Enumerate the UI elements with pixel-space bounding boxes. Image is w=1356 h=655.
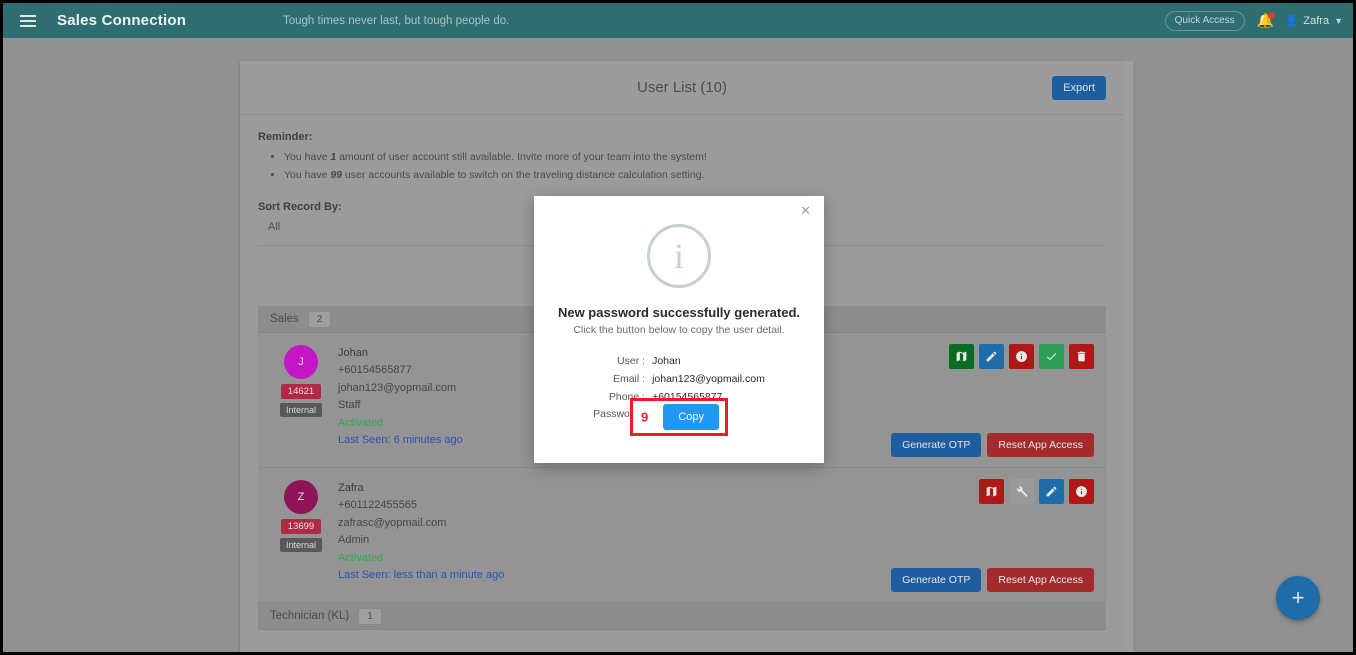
notification-bell-icon[interactable]: 🔔 bbox=[1257, 11, 1275, 30]
row-action-icons bbox=[979, 479, 1094, 504]
group-name-label: Technician (KL) bbox=[270, 610, 350, 622]
reminder-emphasis: 99 bbox=[330, 169, 343, 182]
table-row: User : Johan bbox=[593, 353, 765, 371]
map-icon[interactable] bbox=[949, 344, 974, 369]
detail-value-user: Johan bbox=[652, 355, 681, 367]
trash-icon[interactable] bbox=[1069, 344, 1094, 369]
user-account-menu[interactable]: 👤 Zafra ▼ bbox=[1284, 14, 1343, 28]
page-title: User List (10) bbox=[636, 79, 728, 96]
top-navigation-bar: Sales Connection Tough times never last,… bbox=[3, 3, 1353, 38]
user-id-badge: 13699 bbox=[280, 519, 322, 534]
hamburger-menu-icon[interactable] bbox=[11, 3, 45, 38]
group-name-label: Sales bbox=[270, 313, 299, 325]
dialog-subtitle: Click the button below to copy the user … bbox=[573, 324, 785, 336]
detail-label-user: User : bbox=[617, 355, 646, 367]
user-phone: +601122455565 bbox=[338, 499, 418, 512]
avatar: J bbox=[284, 345, 318, 379]
generate-otp-button[interactable]: Generate OTP bbox=[891, 568, 982, 592]
info-icon[interactable] bbox=[1069, 479, 1094, 504]
group-count-badge: 1 bbox=[358, 607, 382, 625]
user-type-badge: Internal bbox=[279, 403, 323, 417]
dialog-title: New password successfully generated. bbox=[557, 305, 801, 320]
user-info-column: Zafra +601122455565 zafrasc@yopmail.com … bbox=[338, 480, 504, 584]
user-avatar-column: J 14621 Internal bbox=[272, 345, 330, 417]
pencil-icon[interactable] bbox=[979, 344, 1004, 369]
add-user-floating-button[interactable]: + bbox=[1276, 576, 1320, 620]
user-avatar-column: Z 13699 Internal bbox=[272, 480, 330, 552]
table-row: Email : johan123@yopmail.com bbox=[593, 371, 765, 389]
reset-app-access-button[interactable]: Reset App Access bbox=[987, 433, 1094, 457]
user-avatar-icon: 👤 bbox=[1284, 15, 1299, 27]
user-role: Staff bbox=[338, 399, 361, 412]
user-last-seen[interactable]: Last Seen: 6 minutes ago bbox=[338, 432, 463, 449]
chevron-down-icon: ▼ bbox=[1334, 15, 1343, 26]
motivational-quote: Tough times never last, but tough people… bbox=[283, 14, 510, 27]
row-action-icons bbox=[949, 344, 1094, 369]
info-icon[interactable] bbox=[1009, 344, 1034, 369]
table-row[interactable]: Z 13699 Internal Zafra +601122455565 zaf… bbox=[258, 468, 1106, 603]
list-item: You have 99 user accounts available to s… bbox=[284, 166, 1106, 184]
reminder-section: Reminder: You have 1 amount of user acco… bbox=[240, 115, 1124, 185]
quick-access-button[interactable]: Quick Access bbox=[1164, 10, 1245, 31]
copy-button[interactable]: Copy bbox=[663, 404, 719, 430]
notification-badge-dot bbox=[1267, 11, 1275, 19]
map-icon[interactable] bbox=[979, 479, 1004, 504]
group-count-badge: 2 bbox=[307, 310, 332, 328]
generate-otp-button[interactable]: Generate OTP bbox=[891, 433, 982, 457]
reset-app-access-button[interactable]: Reset App Access bbox=[987, 568, 1094, 592]
user-last-seen[interactable]: Last Seen: less than a minute ago bbox=[338, 567, 504, 584]
row-action-buttons: Generate OTP Reset App Access bbox=[891, 568, 1094, 592]
reminder-text-post: amount of user account still available. … bbox=[336, 151, 707, 163]
group-header-technician-kl[interactable]: Technician (KL) 1 bbox=[258, 603, 1106, 630]
user-email: zafrasc@yopmail.com bbox=[338, 516, 447, 529]
step-number-label: 9 bbox=[641, 409, 649, 425]
export-button[interactable]: Export bbox=[1052, 76, 1106, 100]
app-brand-title: Sales Connection bbox=[57, 12, 187, 29]
copy-step-highlight: 9 Copy bbox=[630, 398, 728, 436]
page-scrollbar[interactable] bbox=[1124, 61, 1133, 652]
password-generated-dialog: ✕ i New password successfully generated.… bbox=[534, 196, 824, 463]
check-icon[interactable] bbox=[1039, 344, 1064, 369]
card-header: User List (10) Export bbox=[240, 61, 1124, 115]
user-email: johan123@yopmail.com bbox=[338, 381, 457, 394]
user-id-badge: 14621 bbox=[280, 384, 322, 399]
user-type-badge: Internal bbox=[279, 538, 323, 552]
info-icon: i bbox=[647, 224, 711, 288]
app-root: Sales Connection Tough times never last,… bbox=[0, 0, 1356, 655]
reminder-list: You have 1 amount of user account still … bbox=[284, 148, 1106, 185]
status-badge: Activated bbox=[338, 416, 384, 429]
user-account-name: Zafra bbox=[1303, 14, 1330, 27]
reminder-text-pre: You have bbox=[284, 169, 331, 182]
user-info-column: Johan +60154565877 johan123@yopmail.com … bbox=[338, 345, 463, 449]
reminder-heading: Reminder: bbox=[258, 131, 313, 143]
user-name: Zafra bbox=[338, 482, 364, 494]
status-badge: Activated bbox=[338, 551, 384, 564]
reminder-text-pre: You have bbox=[284, 151, 331, 163]
reminder-text-post: user accounts available to switch on the… bbox=[342, 169, 705, 182]
close-icon[interactable]: ✕ bbox=[796, 202, 815, 219]
list-item: You have 1 amount of user account still … bbox=[284, 148, 1106, 166]
user-name: Johan bbox=[338, 347, 368, 359]
pencil-icon[interactable] bbox=[1039, 479, 1064, 504]
user-role: Admin bbox=[338, 534, 370, 547]
row-action-buttons: Generate OTP Reset App Access bbox=[891, 433, 1094, 457]
avatar: Z bbox=[284, 480, 318, 514]
user-phone: +60154565877 bbox=[338, 364, 412, 377]
detail-value-email: johan123@yopmail.com bbox=[652, 372, 765, 385]
topbar-right-group: Quick Access 🔔 👤 Zafra ▼ bbox=[1164, 3, 1343, 38]
wrench-icon[interactable] bbox=[1009, 479, 1034, 504]
detail-label-email: Email : bbox=[612, 372, 646, 385]
